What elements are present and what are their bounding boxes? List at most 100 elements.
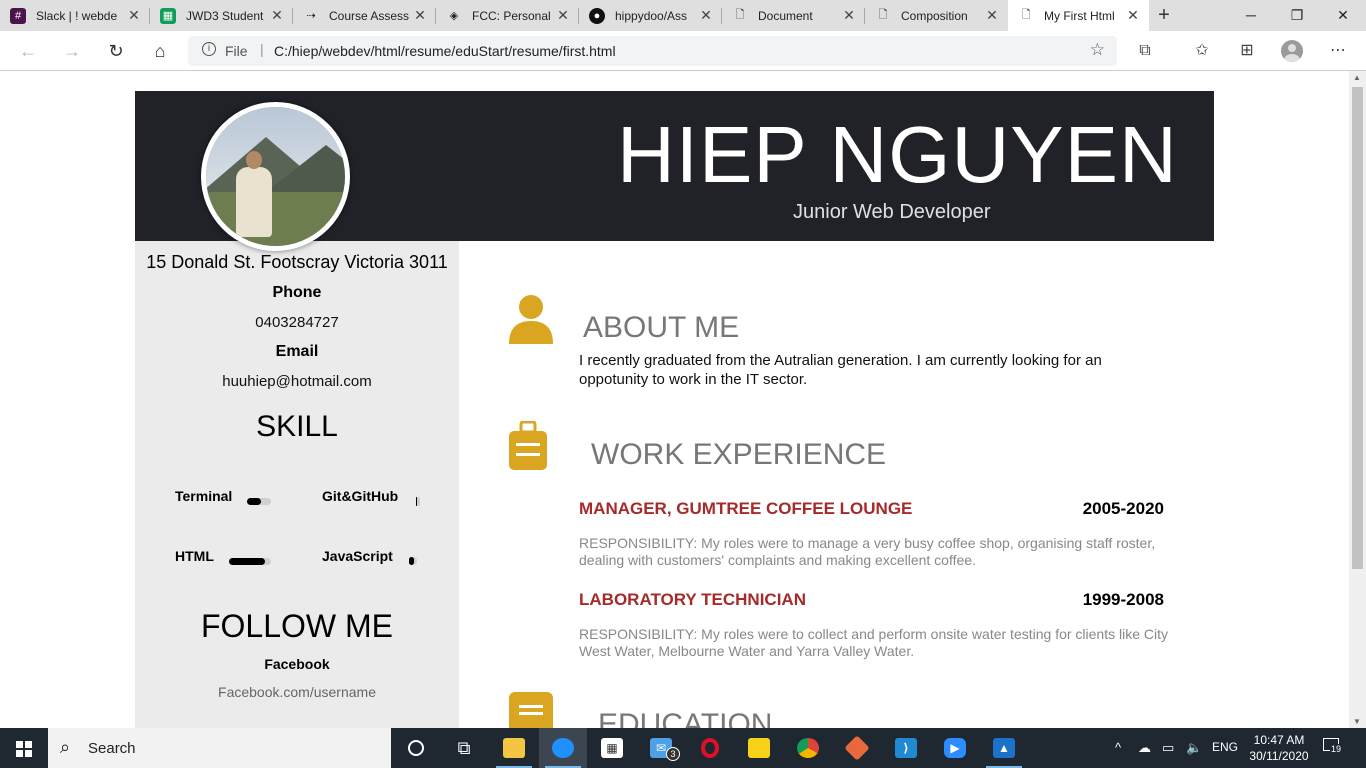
notification-center-icon[interactable]: 19 bbox=[1323, 738, 1343, 756]
tab-title: FCC: Personal bbox=[472, 8, 551, 23]
tab-github[interactable]: ● hippydoo/Ass ✕ bbox=[579, 0, 722, 31]
vscode-icon[interactable]: ⟩ bbox=[882, 728, 930, 768]
store-icon[interactable]: ▦ bbox=[588, 728, 636, 768]
skill-label: HTML bbox=[175, 548, 214, 564]
zoom-icon[interactable]: ▶ bbox=[931, 728, 979, 768]
work-heading: WORK EXPERIENCE bbox=[591, 438, 887, 471]
search-icon: ⌕ bbox=[60, 737, 71, 757]
tab-slack[interactable]: # Slack | ! webde ✕ bbox=[0, 0, 150, 31]
start-button[interactable] bbox=[0, 728, 48, 768]
chrome-icon[interactable] bbox=[784, 728, 832, 768]
skill-bar bbox=[247, 498, 271, 505]
close-tab-icon[interactable]: ✕ bbox=[269, 7, 285, 24]
tab-fcc[interactable]: ◈ FCC: Personal ✕ bbox=[436, 0, 579, 31]
document-icon: 🗋 bbox=[735, 9, 745, 21]
email-label: Email bbox=[275, 343, 319, 360]
clock[interactable]: 10:47 AM 30/11/2020 bbox=[1243, 732, 1315, 764]
restore-button[interactable]: ❐ bbox=[1274, 0, 1320, 31]
tab-title: Document bbox=[758, 8, 813, 23]
arrow-icon: ⇢ bbox=[306, 10, 316, 22]
tab-title: My First Html bbox=[1044, 8, 1115, 23]
close-tab-icon[interactable]: ✕ bbox=[1125, 7, 1141, 24]
file-explorer-icon[interactable] bbox=[490, 728, 538, 768]
skill-label: Terminal bbox=[175, 488, 233, 504]
photos-icon[interactable]: ▲ bbox=[980, 728, 1028, 768]
job-title: MANAGER, GUMTREE COFFEE LOUNGE bbox=[579, 499, 913, 518]
scroll-down-icon[interactable]: ▼ bbox=[1353, 717, 1361, 726]
skill-label: Git&GitHub bbox=[322, 488, 399, 504]
profile-avatar[interactable] bbox=[1281, 40, 1303, 62]
tab-title: hippydoo/Ass bbox=[615, 8, 688, 23]
edge-browser-icon[interactable] bbox=[539, 728, 587, 768]
skill-bar-fill bbox=[247, 498, 262, 505]
refresh-button[interactable]: ↻ bbox=[102, 37, 130, 65]
page-viewport: HIEP NGUYEN Junior Web Developer 15 Dona… bbox=[0, 71, 1349, 728]
job-description: RESPONSIBILITY: My roles were to collect… bbox=[579, 626, 1168, 659]
extensions-icon[interactable]: ⧉ bbox=[1132, 39, 1158, 63]
sticky-notes-icon[interactable] bbox=[735, 728, 783, 768]
back-button[interactable]: ← bbox=[14, 37, 42, 65]
vertical-scrollbar[interactable]: ▲ ▼ bbox=[1349, 71, 1366, 728]
tab-title: Course Assess bbox=[329, 8, 410, 23]
collections-icon[interactable]: ⊞ bbox=[1234, 39, 1260, 63]
close-tab-icon[interactable]: ✕ bbox=[555, 7, 571, 24]
chevron-up-icon[interactable]: ^ bbox=[1115, 740, 1121, 755]
mail-badge: 3 bbox=[666, 747, 680, 761]
skill-bar-fill bbox=[409, 557, 414, 565]
language-indicator[interactable]: ENG bbox=[1212, 740, 1238, 754]
tab-document[interactable]: 🗋 Document ✕ bbox=[722, 0, 865, 31]
address-field[interactable]: i File | C:/hiep/webdev/html/resume/eduS… bbox=[188, 36, 1117, 66]
resume-role: Junior Web Developer bbox=[793, 201, 991, 223]
education-icon bbox=[509, 692, 553, 728]
info-icon[interactable]: i bbox=[202, 42, 216, 56]
opera-icon[interactable] bbox=[686, 728, 734, 768]
about-heading: ABOUT ME bbox=[583, 311, 740, 344]
new-tab-button[interactable]: + bbox=[1153, 4, 1175, 26]
taskbar: ⌕ Search ⧉ ▦ ✉ 3 ⟩ ▶ ▲ ^ ☁ ▭ 🔈 ENG 10:47… bbox=[0, 728, 1366, 768]
favorites-icon[interactable]: ✩ bbox=[1189, 39, 1215, 63]
tab-my-first-html[interactable]: 🗋 My First Html ✕ bbox=[1008, 0, 1149, 31]
skill-label: JavaScript bbox=[322, 548, 393, 564]
close-tab-icon[interactable]: ✕ bbox=[126, 7, 142, 24]
taskbar-search[interactable]: ⌕ Search bbox=[48, 728, 391, 768]
phone-label: Phone bbox=[272, 284, 322, 301]
follow-heading: FOLLOW ME bbox=[200, 608, 393, 644]
job-title: LABORATORY TECHNICIAN bbox=[579, 590, 806, 609]
close-tab-icon[interactable]: ✕ bbox=[698, 7, 714, 24]
close-tab-icon[interactable]: ✕ bbox=[984, 7, 1000, 24]
suitcase-icon bbox=[509, 421, 547, 470]
education-heading: EDUCATION bbox=[598, 708, 773, 728]
document-icon: 🗋 bbox=[878, 9, 888, 21]
onedrive-icon[interactable]: ☁ bbox=[1138, 740, 1151, 756]
close-window-button[interactable]: ✕ bbox=[1320, 0, 1366, 31]
volume-icon[interactable]: 🔈 bbox=[1186, 740, 1202, 756]
resume-sidebar: 15 Donald St. Footscray Victoria 3011 Ph… bbox=[135, 241, 459, 728]
about-text: I recently graduated from the Autralian … bbox=[579, 352, 1102, 388]
close-tab-icon[interactable]: ✕ bbox=[412, 7, 428, 24]
scroll-thumb[interactable] bbox=[1352, 87, 1363, 569]
task-view-icon[interactable]: ⧉ bbox=[440, 728, 488, 768]
forward-button[interactable]: → bbox=[58, 37, 86, 65]
tab-jwd3[interactable]: ▦ JWD3 Student ✕ bbox=[150, 0, 293, 31]
url-text[interactable]: C:/hiep/webdev/html/resume/eduStart/resu… bbox=[274, 43, 616, 59]
address-text: 15 Donald St. Footscray Victoria 3011 bbox=[146, 252, 448, 272]
cortana-icon[interactable] bbox=[392, 728, 440, 768]
minimize-button[interactable]: ─ bbox=[1228, 0, 1274, 31]
more-menu-icon[interactable]: ⋯ bbox=[1325, 39, 1351, 63]
facebook-link[interactable]: Facebook.com/username bbox=[135, 684, 459, 700]
facebook-label: Facebook bbox=[264, 656, 330, 672]
skill-bar bbox=[416, 497, 420, 506]
scroll-up-icon[interactable]: ▲ bbox=[1353, 73, 1361, 82]
job-years: 1999-2008 bbox=[1082, 590, 1164, 609]
mail-icon[interactable]: ✉ 3 bbox=[637, 728, 685, 768]
git-client-icon[interactable] bbox=[833, 728, 881, 768]
home-button[interactable]: ⌂ bbox=[146, 37, 174, 65]
skill-bar-fill bbox=[416, 497, 417, 506]
close-tab-icon[interactable]: ✕ bbox=[841, 7, 857, 24]
favorite-star-icon[interactable]: ☆ bbox=[1090, 40, 1105, 60]
clock-time: 10:47 AM bbox=[1253, 733, 1305, 747]
tab-course[interactable]: ⇢ Course Assess ✕ bbox=[293, 0, 436, 31]
tab-strip: # Slack | ! webde ✕ ▦ JWD3 Student ✕ ⇢ C… bbox=[0, 0, 1366, 31]
tab-composition[interactable]: 🗋 Composition ✕ bbox=[865, 0, 1008, 31]
battery-icon[interactable]: ▭ bbox=[1162, 740, 1174, 756]
